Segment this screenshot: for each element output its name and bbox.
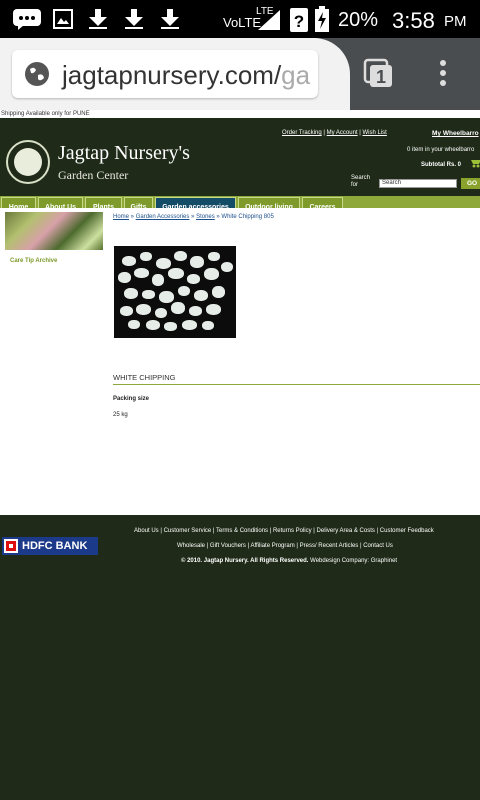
network-type: VoLTE [223,15,262,30]
url-text: jagtapnursery.com/ga [62,60,311,90]
download-icon [89,9,107,29]
hdfc-square-icon [4,539,18,553]
hdfc-bank-label: HDFC BANK [22,540,88,552]
title-divider [113,384,480,385]
subtotal: Subtotal Rs. 0 [421,162,462,168]
site-logo[interactable] [6,140,50,184]
brand-subtitle: Garden Center [58,168,129,182]
search-label: Search for [351,175,371,188]
sidebar-plant-image[interactable] [5,212,103,250]
chat-bubble-icon [13,9,41,30]
overflow-menu-icon[interactable] [438,58,448,88]
battery-percent: 20% [338,9,379,31]
hdfc-bank-logo[interactable]: HDFC BANK [2,537,98,555]
site-header: Jagtap Nursery's Garden Center Order Tra… [0,118,480,196]
question-icon: ? [290,8,308,32]
packing-size-label: Packing size [113,396,150,402]
site-footer: HDFC BANK About Us | Customer Service | … [0,515,480,800]
breadcrumb-current: White Chipping 805 [221,214,274,220]
copyright: © 2010. Jagtap Nursery. All Rights Reser… [181,558,398,564]
main-content: Care Tip Archive Home » Garden Accessori… [0,208,480,515]
web-page: Shipping Available only for PUNE Jagtap … [0,110,480,800]
download-icon [125,9,143,29]
footer-links-row-2[interactable]: Wholesale | Gift Vouchers | Affiliate Pr… [177,543,393,549]
link-order-tracking[interactable]: Order Tracking [282,130,322,136]
care-tip-archive-link[interactable]: Care Tip Archive [10,258,57,264]
browser-toolbar: jagtapnursery.com/ga 1 [0,38,480,110]
search-go-button[interactable]: GO [461,178,480,189]
shipping-notice: Shipping Available only for PUNE [0,110,480,118]
breadcrumb: Home » Garden Accessories » Stones » Whi… [113,214,274,220]
image-icon [53,9,73,29]
link-my-account[interactable]: My Account [327,130,358,136]
search-input[interactable]: Search [379,179,457,188]
url-field[interactable]: jagtapnursery.com/ga [12,50,318,98]
wheelbarrow-icon[interactable] [470,158,480,168]
breadcrumb-home[interactable]: Home [113,214,129,220]
packing-size-value: 25 kg [113,412,128,418]
url-bar-container: jagtapnursery.com/ga [0,38,350,110]
brand-name[interactable]: Jagtap Nursery's [58,142,190,165]
product-title: WHITE CHIPPING [113,373,176,382]
top-links: Order Tracking | My Account | Wish List [282,130,387,136]
breadcrumb-garden-accessories[interactable]: Garden Accessories [136,214,190,220]
tab-switcher-icon[interactable]: 1 [363,58,393,88]
battery-icon [315,6,329,32]
svg-text:?: ? [294,12,304,31]
link-wish-list[interactable]: Wish List [363,130,387,136]
footer-links-row-1[interactable]: About Us | Customer Service | Terms & Co… [134,528,434,534]
svg-text:1: 1 [376,67,386,87]
wheelbarrow-count: 0 item in your wheelbarro [407,147,475,153]
clock-time: 3:58 [392,8,435,33]
breadcrumb-stones[interactable]: Stones [196,214,215,220]
product-image[interactable] [114,246,236,338]
status-bar: VoLTE LTE ? 20% 3:58 PM [0,0,480,38]
my-wheelbarrow-link[interactable]: My Wheelbarro [432,130,479,137]
signal-icon [258,10,280,30]
download-icon [161,9,179,29]
globe-icon [25,62,49,86]
clock-ampm: PM [444,13,467,30]
leaf-logo-icon [14,148,42,176]
